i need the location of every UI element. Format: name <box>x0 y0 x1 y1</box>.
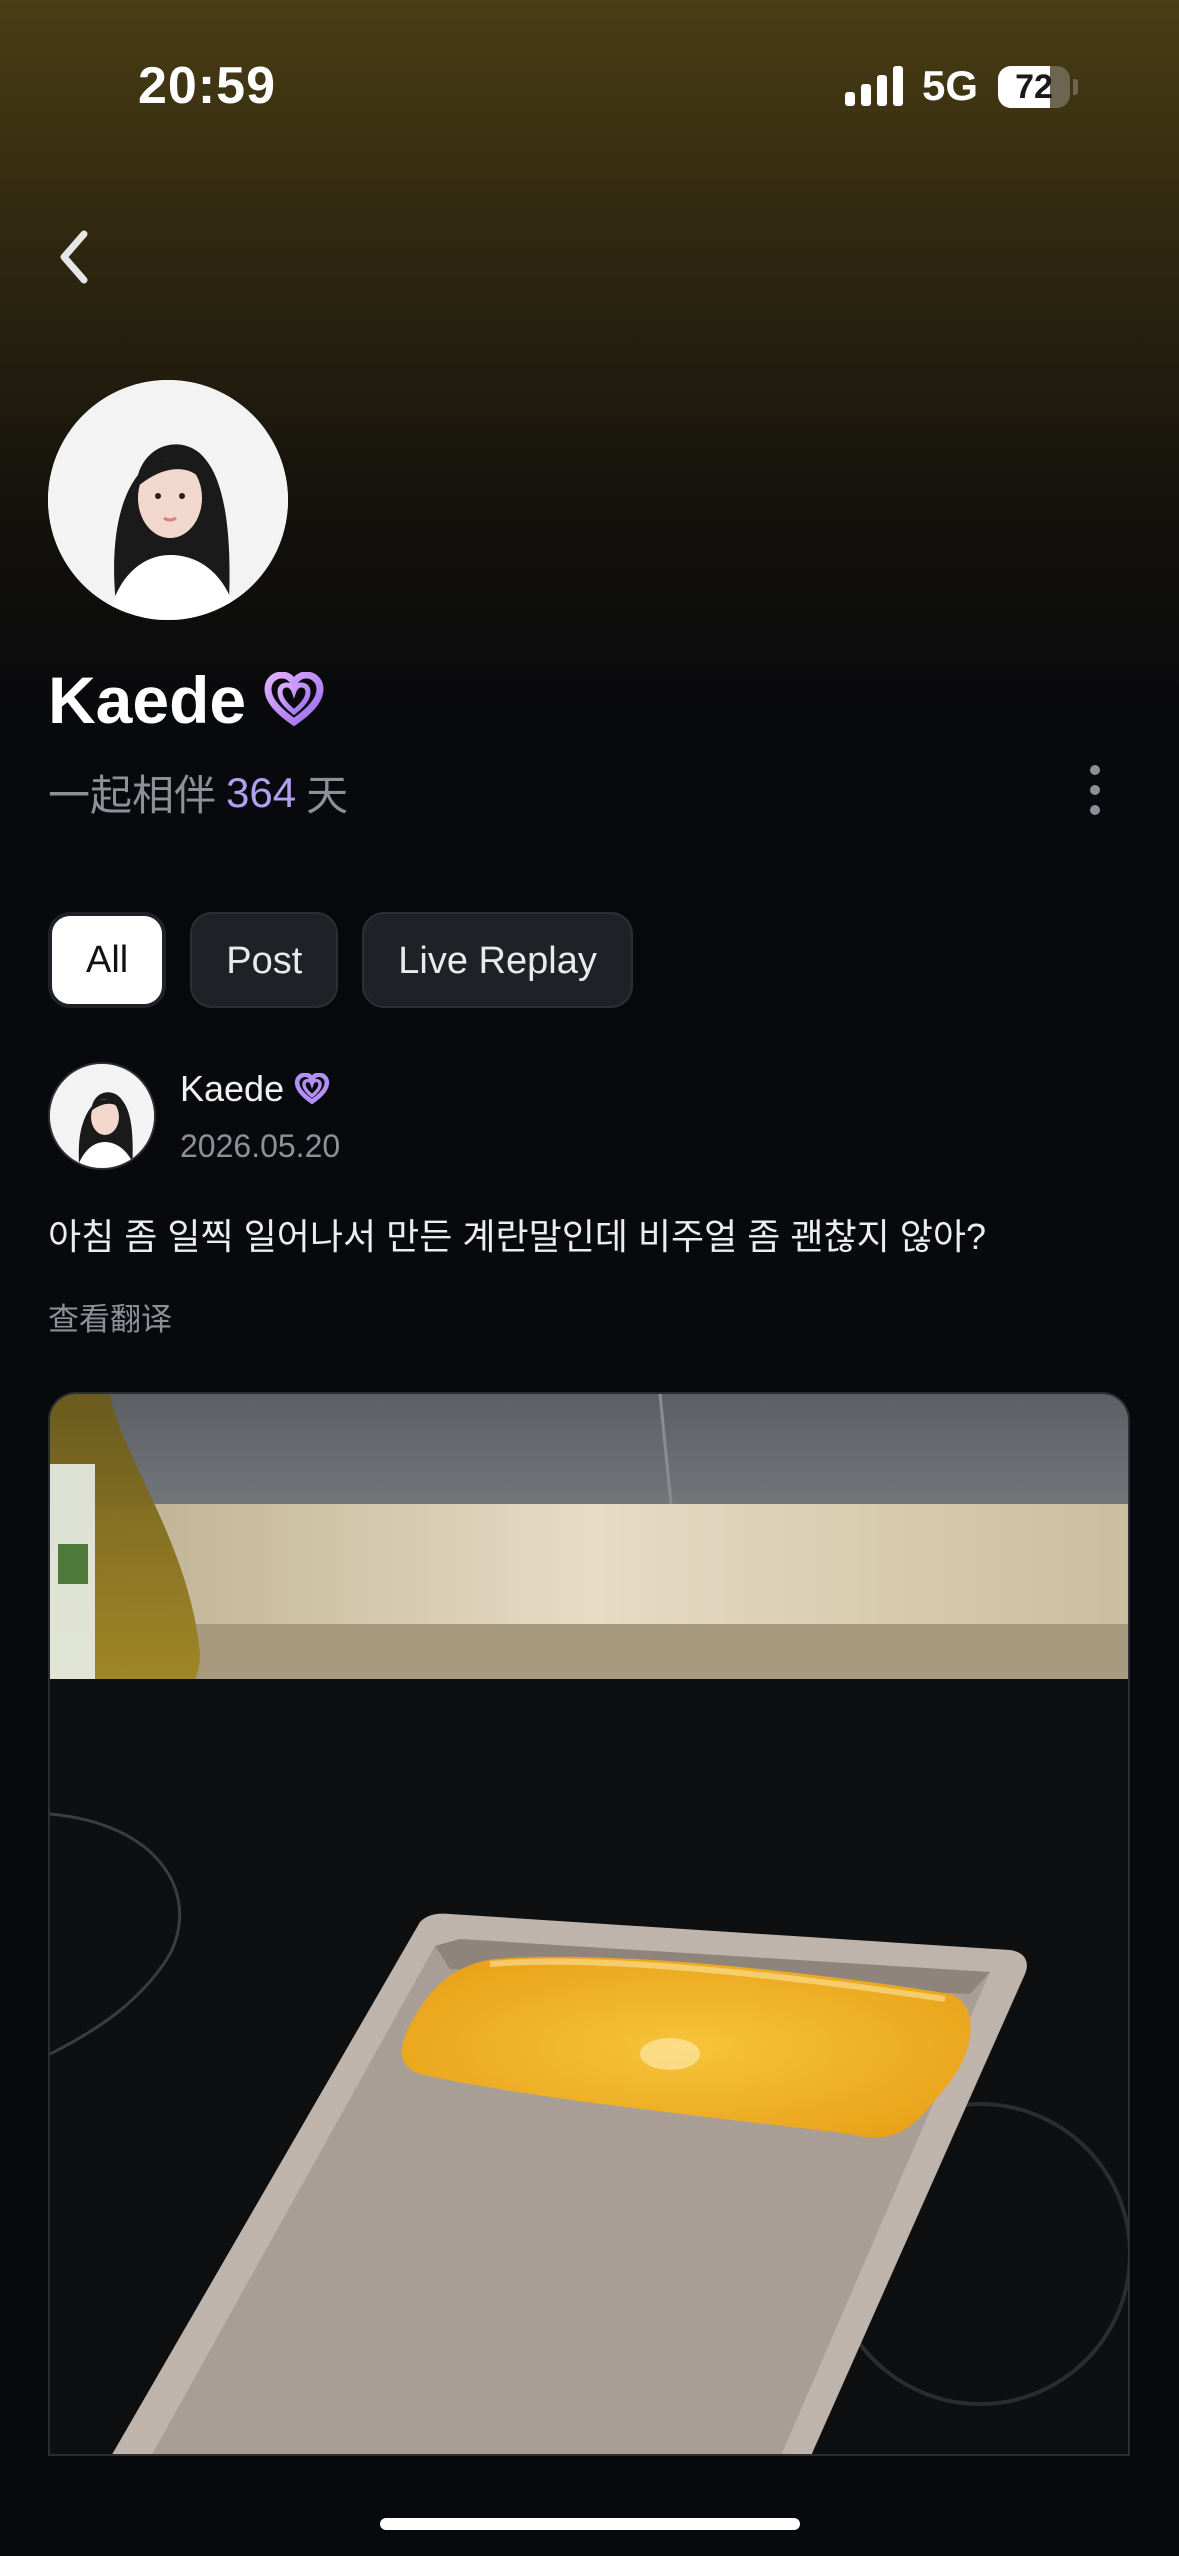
post-author-name: Kaede <box>180 1068 285 1109</box>
status-bar: 20:59 5G 72 <box>0 0 1179 150</box>
post-author-avatar[interactable] <box>48 1062 156 1170</box>
network-label: 5G <box>922 62 979 109</box>
days-prefix: 一起相伴 <box>48 772 217 819</box>
post-date: 2026.05.20 <box>180 1128 341 1164</box>
battery-icon: 72 <box>998 66 1078 108</box>
signal-icon <box>845 66 903 106</box>
battery-percent: 72 <box>1015 68 1053 106</box>
tab-post[interactable]: Post <box>190 912 339 1008</box>
days-count: 364 <box>226 768 297 816</box>
translate-link[interactable]: 查看翻译 <box>48 1294 172 1339</box>
tab-live-replay[interactable]: Live Replay <box>362 912 633 1008</box>
home-indicator[interactable] <box>380 2518 800 2530</box>
profile-avatar[interactable] <box>48 380 288 620</box>
back-chevron-icon[interactable] <box>50 222 100 292</box>
more-vertical-icon[interactable] <box>1085 765 1105 821</box>
heart-badge-icon <box>264 672 324 727</box>
profile-name-row: Kaede <box>48 660 324 740</box>
post-text: 아침 좀 일찍 일어나서 만든 계란말인데 비주얼 좀 괜찮지 않아? <box>48 1216 987 1257</box>
heart-badge-icon <box>294 1073 330 1105</box>
filter-tabs: All Post Live Replay <box>48 912 633 1008</box>
tab-all[interactable]: All <box>48 912 167 1008</box>
status-time: 20:59 <box>138 57 276 115</box>
post-author-row: Kaede <box>180 1068 330 1110</box>
profile-name: Kaede <box>48 663 247 737</box>
days-suffix: 天 <box>306 772 349 819</box>
days-together: 一起相伴 364 天 <box>48 762 348 823</box>
post-photo[interactable] <box>48 1392 1130 2456</box>
